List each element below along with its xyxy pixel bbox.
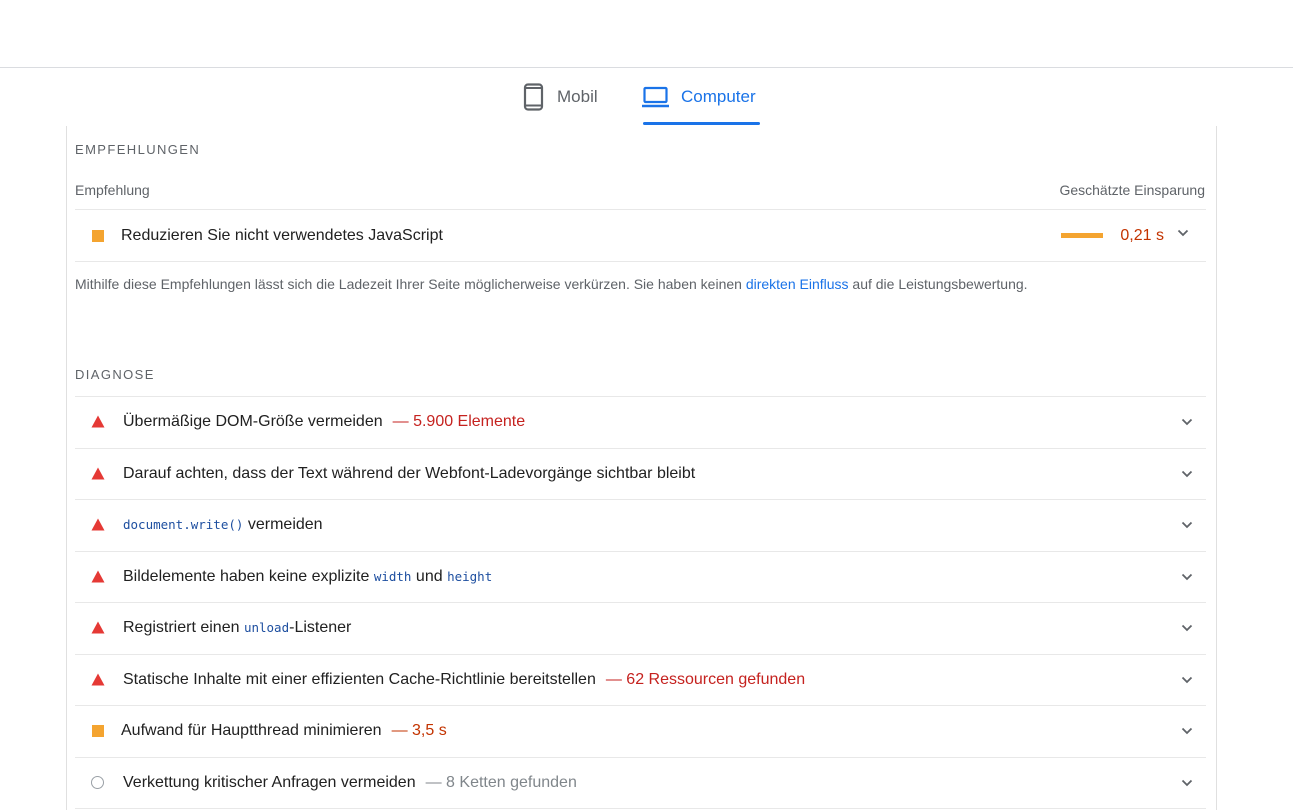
- audit-title: Statische Inhalte mit einer effizienten …: [123, 670, 596, 688]
- fail-triangle-icon: [75, 570, 123, 583]
- tab-mobile[interactable]: Mobil: [523, 68, 598, 126]
- tab-desktop[interactable]: Computer: [642, 68, 756, 126]
- audit-title-text: vermeiden: [243, 515, 323, 533]
- divider: [75, 808, 1206, 809]
- chevron-down-icon[interactable]: [1180, 570, 1194, 584]
- audit-title: Bildelemente haben keine explizite width…: [123, 568, 492, 586]
- audit-title-text: und: [411, 567, 448, 585]
- opportunities-title: EMPFEHLUNGEN: [75, 142, 201, 157]
- audit-title: Darauf achten, dass der Text während der…: [123, 464, 696, 482]
- tab-desktop-label: Computer: [681, 87, 756, 106]
- audit-title: Verkettung kritischer Anfragen vermeiden: [123, 773, 416, 791]
- audit-detail: — 3,5 s: [391, 721, 447, 739]
- note-text: auf die Leistungsbewertung.: [848, 276, 1028, 292]
- column-header-recommendation: Empfehlung: [75, 182, 150, 198]
- code-snippet: unload: [243, 619, 290, 635]
- audit-row-unsized-images[interactable]: Bildelemente haben keine explizite width…: [75, 551, 1206, 602]
- average-square-icon: [75, 229, 121, 242]
- opportunities-note: Mithilfe diese Empfehlungen lässt sich d…: [75, 276, 1028, 292]
- direct-impact-link[interactable]: direkten Einfluss: [746, 276, 849, 292]
- fail-triangle-icon: [75, 673, 123, 686]
- diagnostics-title: DIAGNOSE: [75, 367, 155, 382]
- audit-title: Registriert einen unload-Listener: [123, 619, 351, 637]
- audit-detail: — 8 Ketten gefunden: [425, 773, 577, 791]
- audit-title-text: -Listener: [289, 618, 352, 636]
- fail-triangle-icon: [75, 621, 123, 634]
- code-snippet: width: [373, 568, 412, 584]
- fail-triangle-icon: [75, 467, 123, 480]
- tab-mobile-label: Mobil: [557, 87, 598, 106]
- code-snippet: document.write(): [123, 516, 244, 532]
- chevron-down-icon[interactable]: [1180, 621, 1194, 635]
- code-snippet: height: [447, 568, 493, 584]
- audit-row-unused-javascript[interactable]: Reduzieren Sie nicht verwendetes JavaScr…: [75, 210, 1206, 261]
- audit-row-mainthread-work[interactable]: Aufwand für Hauptthread minimieren — 3,5…: [75, 705, 1206, 756]
- savings-value: 0,21 s: [1120, 226, 1164, 244]
- top-bar: [0, 0, 1293, 68]
- chevron-down-icon[interactable]: [1180, 467, 1194, 481]
- note-text: Mithilfe diese Empfehlungen lässt sich d…: [75, 276, 746, 292]
- audit-row-critical-request-chains[interactable]: Verkettung kritischer Anfragen vermeiden…: [75, 757, 1206, 808]
- average-square-icon: [75, 724, 121, 737]
- chevron-down-icon[interactable]: [1180, 415, 1194, 429]
- audit-row-document-write[interactable]: document.write() vermeiden: [75, 499, 1206, 550]
- chevron-down-icon[interactable]: [1180, 724, 1194, 738]
- audit-title: document.write() vermeiden: [123, 516, 323, 534]
- audit-title: Aufwand für Hauptthread minimieren: [121, 721, 382, 739]
- chevron-down-icon[interactable]: [1176, 226, 1190, 245]
- audit-title: Übermäßige DOM-Größe vermeiden: [123, 412, 383, 430]
- device-tabs: Mobil Computer: [0, 68, 1293, 126]
- laptop-icon: [642, 86, 669, 108]
- audit-detail: — 5.900 Elemente: [392, 412, 526, 430]
- savings-bar: [1061, 233, 1104, 238]
- active-tab-indicator: [643, 122, 760, 125]
- audit-title-text: Registriert einen: [123, 618, 244, 636]
- chevron-down-icon[interactable]: [1180, 776, 1194, 790]
- info-circle-icon: [75, 776, 123, 789]
- smartphone-icon: [523, 83, 545, 111]
- chevron-down-icon[interactable]: [1180, 673, 1194, 687]
- audit-row-font-display[interactable]: Darauf achten, dass der Text während der…: [75, 448, 1206, 499]
- audit-title: Reduzieren Sie nicht verwendetes JavaScr…: [121, 226, 443, 244]
- audit-row-cache-policy[interactable]: Statische Inhalte mit einer effizienten …: [75, 654, 1206, 705]
- chevron-down-icon[interactable]: [1180, 518, 1194, 532]
- audit-detail: — 62 Ressourcen gefunden: [605, 670, 806, 688]
- audit-row-unload-listeners[interactable]: Registriert einen unload-Listener: [75, 602, 1206, 653]
- audit-row-dom-size[interactable]: Übermäßige DOM-Größe vermeiden — 5.900 E…: [75, 396, 1206, 447]
- fail-triangle-icon: [75, 518, 123, 531]
- savings-indicator: 0,21 s: [1061, 210, 1190, 261]
- audit-title-text: Bildelemente haben keine explizite: [123, 567, 374, 585]
- column-header-savings: Geschätzte Einsparung: [1059, 182, 1205, 198]
- divider: [75, 261, 1206, 262]
- fail-triangle-icon: [75, 415, 123, 428]
